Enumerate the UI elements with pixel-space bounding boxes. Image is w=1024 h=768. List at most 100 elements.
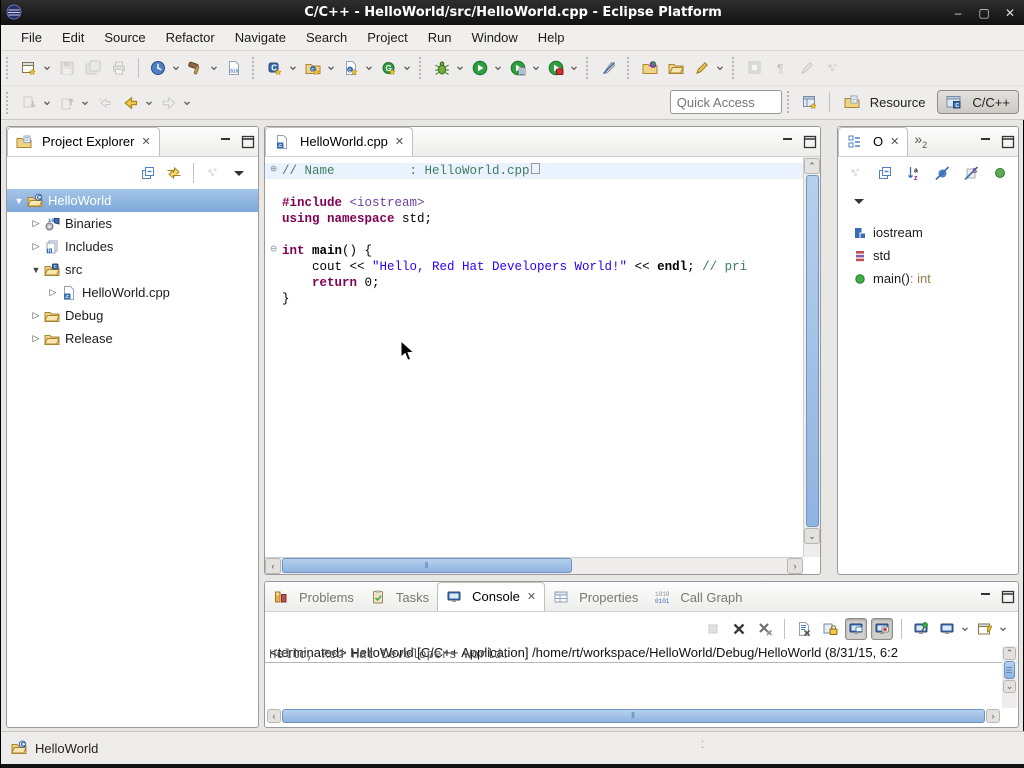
fold-marker-icon[interactable]: ⊖ — [265, 243, 282, 259]
tree-item-binaries[interactable]: ▷10Binaries — [7, 212, 258, 235]
maximize-view-icon[interactable] — [1000, 589, 1012, 601]
close-icon[interactable]: ✕ — [395, 135, 404, 148]
show-stderr-button[interactable] — [871, 618, 893, 640]
tab-console[interactable]: Console✕ — [437, 582, 545, 611]
maximize-view-icon[interactable] — [802, 134, 814, 146]
code-line[interactable] — [265, 179, 803, 195]
dropdown-chevron-icon[interactable] — [998, 618, 1008, 640]
editor-horizontal-scrollbar[interactable]: ‹ ⦀ › — [265, 557, 803, 574]
dropdown-chevron-icon[interactable] — [288, 57, 298, 79]
sash-handle[interactable]: ⁚ — [701, 740, 705, 751]
code-line[interactable]: cout << "Hello, Red Hat Developers World… — [265, 259, 803, 275]
dropdown-chevron-icon[interactable] — [42, 92, 52, 114]
expand-twisty-icon[interactable]: ▷ — [45, 287, 61, 298]
remove-launch-button[interactable] — [728, 618, 750, 640]
toolbar-handle[interactable] — [252, 57, 257, 79]
save-all-button[interactable] — [82, 57, 104, 79]
dropdown-chevron-icon[interactable] — [455, 57, 465, 79]
tree-item-helloworld[interactable]: ▼CHelloWorld — [7, 189, 258, 212]
view-menu-icon[interactable] — [848, 190, 870, 212]
dropdown-chevron-icon[interactable] — [42, 57, 52, 79]
hide-nonpublic-button[interactable] — [989, 162, 1010, 184]
last-edit-button[interactable] — [94, 92, 116, 114]
tree-item-debug[interactable]: ▷Debug — [7, 304, 258, 327]
dropdown-chevron-icon[interactable] — [182, 92, 192, 114]
new-cpp-project-button[interactable]: G — [378, 57, 400, 79]
scroll-down-icon[interactable]: ⌄ — [1003, 680, 1016, 693]
dots-button[interactable] — [822, 57, 844, 79]
collapse-twisty-icon[interactable]: ▼ — [28, 265, 44, 275]
back-button[interactable] — [120, 92, 142, 114]
code-line[interactable]: #include <iostream> — [265, 195, 803, 211]
outline-item-std[interactable]: std — [838, 244, 1018, 267]
code-line[interactable]: ⊕// Name : HelloWorld.cpp — [265, 163, 803, 179]
dropdown-chevron-icon[interactable] — [144, 92, 154, 114]
sort-az-button[interactable]: az — [903, 162, 924, 184]
run-button[interactable] — [469, 57, 491, 79]
minimize-window-icon[interactable]: – — [951, 6, 965, 20]
external-tools-button[interactable] — [545, 57, 567, 79]
toolbar-handle[interactable] — [732, 57, 737, 79]
tab-tasks[interactable]: Tasks — [362, 584, 437, 611]
annotate-pen-button[interactable] — [691, 57, 713, 79]
console-horizontal-scrollbar[interactable]: ‹ ⦀ › — [267, 709, 1000, 725]
code-line[interactable]: } — [265, 291, 803, 307]
open-console-button[interactable] — [974, 618, 996, 640]
console-vertical-scrollbar[interactable]: ⌃ ☰ ⌄ — [1002, 646, 1017, 708]
expand-twisty-icon[interactable]: ▷ — [28, 310, 44, 321]
fold-marker-icon[interactable]: ⊕ — [265, 163, 282, 179]
outline-item-iostream[interactable]: iostream — [838, 221, 1018, 244]
collapse-all-button[interactable] — [137, 162, 159, 184]
menu-file[interactable]: File — [11, 27, 52, 48]
tree-item-release[interactable]: ▷Release — [7, 327, 258, 350]
tab-project-explorer[interactable]: Project Explorer ✕ — [7, 127, 160, 156]
menu-project[interactable]: Project — [357, 27, 417, 48]
link-editor-button[interactable] — [163, 162, 185, 184]
collapse-all-button[interactable] — [875, 162, 896, 184]
code-editor[interactable]: ⊕// Name : HelloWorld.cpp #include <iostr… — [265, 157, 803, 557]
dropdown-chevron-icon[interactable] — [960, 618, 970, 640]
profile-button[interactable] — [147, 57, 169, 79]
debug-bug-button[interactable] — [431, 57, 453, 79]
prev-annotation-button[interactable] — [56, 92, 78, 114]
view-menu-button[interactable] — [228, 162, 250, 184]
dropdown-chevron-icon[interactable] — [326, 57, 336, 79]
maximize-view-icon[interactable] — [1000, 134, 1012, 146]
quick-access-input[interactable] — [670, 90, 782, 114]
tree-item-includes[interactable]: ▷hIncludes — [7, 235, 258, 258]
expand-twisty-icon[interactable]: ▷ — [28, 218, 44, 229]
menu-refactor[interactable]: Refactor — [156, 27, 225, 48]
close-window-icon[interactable]: ✕ — [1003, 6, 1017, 20]
scroll-left-icon[interactable]: ‹ — [267, 709, 281, 723]
code-line[interactable]: ⊖int main() { — [265, 243, 803, 259]
hide-fields-button[interactable] — [932, 162, 953, 184]
pin-console-button[interactable] — [910, 618, 932, 640]
open-element-button[interactable] — [639, 57, 661, 79]
close-icon[interactable]: ✕ — [527, 590, 536, 603]
dropdown-chevron-icon[interactable] — [171, 57, 181, 79]
binary-doc-button[interactable]: 010 — [223, 57, 245, 79]
editor-vertical-scrollbar[interactable]: ⌃ ⌄ — [803, 157, 820, 557]
perspective-c-c-[interactable]: CC/C++ — [937, 90, 1019, 114]
tab-call-graph[interactable]: 10100101Call Graph — [646, 584, 750, 611]
dropdown-chevron-icon[interactable] — [209, 57, 219, 79]
menu-source[interactable]: Source — [94, 27, 155, 48]
toolbar-handle[interactable] — [787, 91, 792, 113]
view-stack-more[interactable]: »2 — [908, 126, 933, 156]
minimize-view-icon[interactable] — [978, 589, 990, 601]
tree-item-helloworld-cpp[interactable]: ▷.cHelloWorld.cpp — [7, 281, 258, 304]
expand-twisty-icon[interactable]: ▷ — [28, 241, 44, 252]
scroll-up-icon[interactable]: ⌃ — [1003, 647, 1016, 660]
run-history-button[interactable] — [507, 57, 529, 79]
next-annotation-button[interactable] — [18, 92, 40, 114]
menu-run[interactable]: Run — [418, 27, 462, 48]
show-stdout-button[interactable] — [845, 618, 867, 640]
tab-outline[interactable]: O ✕ — [838, 127, 908, 156]
save-button[interactable] — [56, 57, 78, 79]
new-cpp-class-button[interactable]: C — [264, 57, 286, 79]
close-icon[interactable]: ✕ — [141, 135, 150, 148]
maximize-view-icon[interactable] — [240, 134, 252, 146]
expand-twisty-icon[interactable]: ▷ — [28, 333, 44, 344]
perspective-resource[interactable]: Resource — [836, 90, 934, 114]
toolbar-handle[interactable] — [627, 57, 632, 79]
